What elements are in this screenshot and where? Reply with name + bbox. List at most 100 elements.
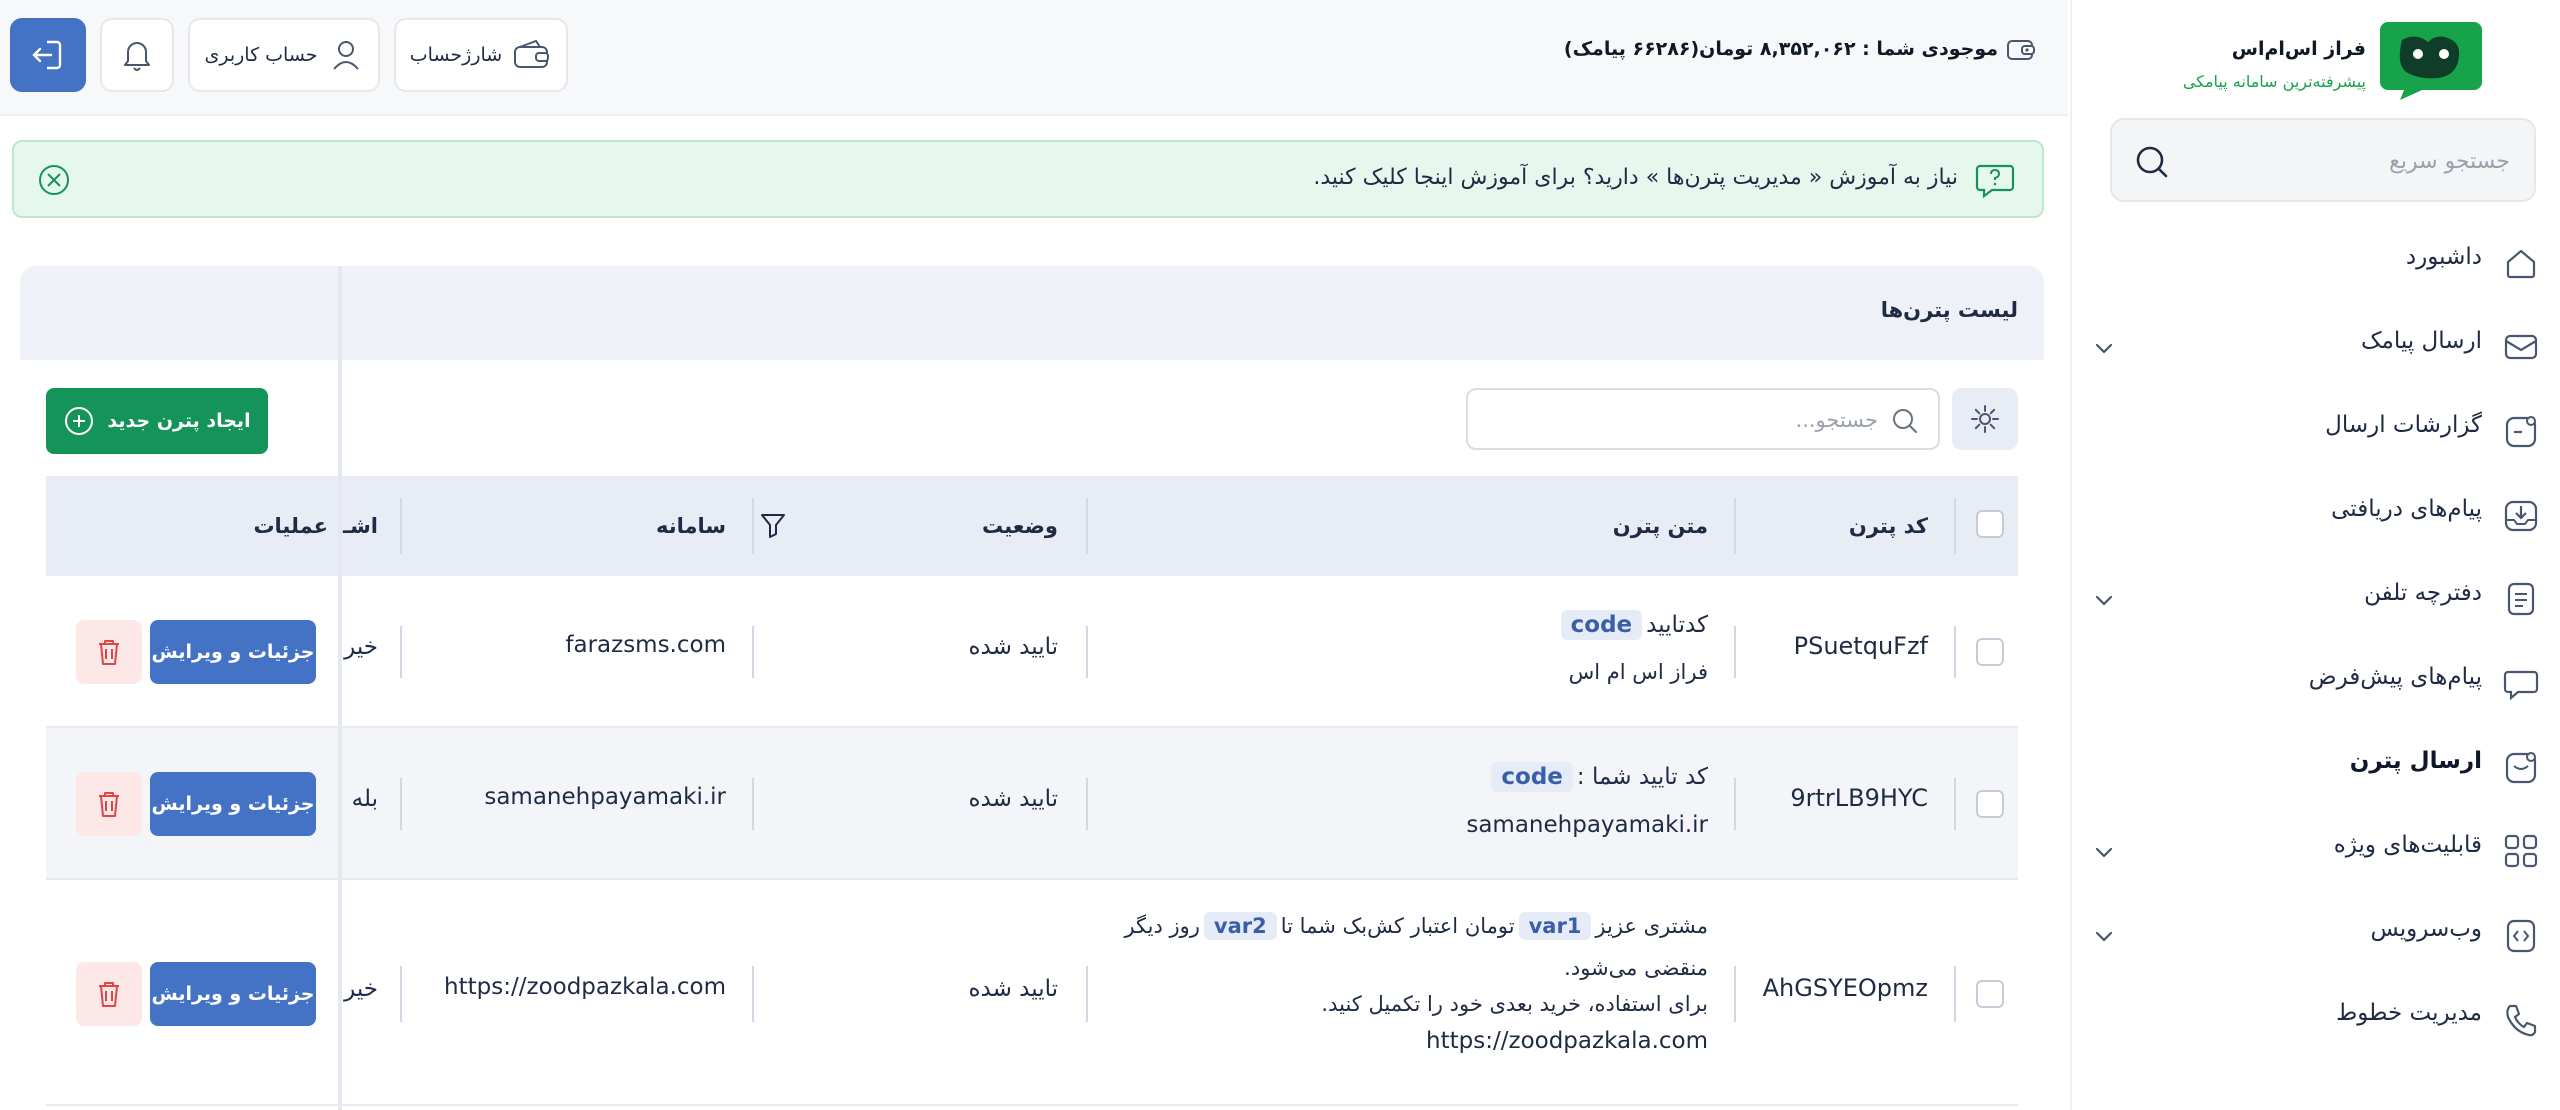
row-code: AhGSYEOpmz xyxy=(1762,974,1928,1002)
row-text-line1: کدتاییدcode xyxy=(1557,610,1708,640)
phonebook-icon xyxy=(2507,582,2535,616)
sidebar-item-label: قابلیت‌های ویژه xyxy=(2333,832,2482,858)
row-text-line1: مشتری عزیزvar1تومان اعتبار کش‌بک شما تاv… xyxy=(1124,912,1708,940)
home-icon xyxy=(2506,249,2536,279)
var-token: code xyxy=(1491,762,1573,792)
card-title: لیست پترن‌ها xyxy=(1880,298,2018,322)
sidebar-item-send-pattern[interactable]: ارسال پترن xyxy=(2092,726,2542,810)
row-status: تایید شده xyxy=(968,976,1058,1002)
table-search[interactable] xyxy=(1466,388,1940,450)
sidebar-item-features[interactable]: قابلیت‌های ویژه xyxy=(2092,810,2542,894)
row-text-line2: samanehpayamaki.ir xyxy=(1466,812,1708,838)
details-edit-button[interactable]: جزئیات و ویرایش xyxy=(150,620,316,684)
var-token: var2 xyxy=(1203,912,1277,940)
user-account-button[interactable]: حساب کاربری xyxy=(188,18,380,92)
row-share: خیر xyxy=(344,634,378,660)
header-ops: عملیات xyxy=(253,514,328,538)
sidebar-item-reports[interactable]: گزارشات ارسال xyxy=(2092,390,2542,474)
details-edit-button[interactable]: جزئیات و ویرایش xyxy=(150,772,316,836)
phone-icon xyxy=(2506,1004,2537,1037)
delete-button[interactable] xyxy=(76,962,142,1026)
sidebar-item-label: پیام‌های پیش‌فرض xyxy=(2308,664,2482,690)
delete-button[interactable] xyxy=(76,620,142,684)
header-system[interactable]: سامانه xyxy=(656,476,726,576)
pattern-send-icon xyxy=(2505,752,2537,784)
wallet-icon xyxy=(2007,40,2035,60)
search-icon[interactable] xyxy=(2132,142,2172,182)
sidebar-item-send-sms[interactable]: ارسال پیامک xyxy=(2092,306,2542,390)
wallet-card-icon xyxy=(514,39,550,68)
row-text-prefix: مشتری عزیز xyxy=(1595,914,1708,938)
chevron-down-icon[interactable] xyxy=(2092,924,2116,948)
sidebar-item-default-messages[interactable]: پیام‌های پیش‌فرض xyxy=(2092,642,2542,726)
chevron-down-icon[interactable] xyxy=(2092,588,2116,612)
row-share: بله xyxy=(351,786,378,812)
sidebar-item-webservice[interactable]: وب‌سرویس xyxy=(2092,894,2542,978)
brand-name: فراز اس‌ام‌اس xyxy=(2231,38,2366,60)
table-settings-button[interactable] xyxy=(1952,388,2018,450)
search-icon xyxy=(1893,409,1917,433)
row-checkbox[interactable] xyxy=(1976,638,2004,666)
patterns-card: لیست پترن‌ها ایجاد پترن جدید کد پترن متن… xyxy=(20,266,2044,1110)
close-icon[interactable] xyxy=(36,162,72,198)
inbox-icon xyxy=(2504,500,2538,532)
row-text-line2: منقضی می‌شود. xyxy=(1564,956,1708,980)
sidebar-item-dashboard[interactable]: داشبورد xyxy=(2092,222,2542,306)
row-checkbox[interactable] xyxy=(1976,980,2004,1008)
sidebar-item-label: مدیریت خطوط xyxy=(2335,1000,2482,1026)
message-send-icon xyxy=(2504,334,2538,360)
sidebar-item-inbox[interactable]: پیام‌های دریافتی xyxy=(2092,474,2542,558)
quick-search-input[interactable] xyxy=(2210,140,2510,182)
bell-icon xyxy=(124,42,150,71)
row-system: https://zoodpazkala.com xyxy=(444,974,726,1000)
logout-button[interactable] xyxy=(10,18,86,92)
code-icon xyxy=(2506,919,2536,953)
user-icon xyxy=(332,41,359,70)
row-text-prefix: کدتایید xyxy=(1646,612,1708,638)
notifications-button[interactable] xyxy=(100,18,174,92)
row-text-line4: https://zoodpazkala.com xyxy=(1426,1028,1708,1054)
select-all-checkbox[interactable] xyxy=(1976,510,2004,538)
help-text[interactable]: نیاز به آموزش « مدیریت پترن‌ها » دارید؟ … xyxy=(1313,165,1958,190)
header-code[interactable]: کد پترن xyxy=(1849,476,1928,576)
delete-button[interactable] xyxy=(76,772,142,836)
details-edit-button[interactable]: جزئیات و ویرایش xyxy=(150,962,316,1026)
table-search-input[interactable] xyxy=(1498,404,1878,436)
help-question-icon xyxy=(1975,164,2015,199)
balance-text: موجودی شما : ۸,۳۵۲,۰۶۲ تومان(۶۶۲۸۶ پیامک… xyxy=(1563,38,1998,60)
row-code: PSuetquFzf xyxy=(1793,632,1928,660)
chevron-down-icon[interactable] xyxy=(2092,840,2116,864)
row-status: تایید شده xyxy=(968,786,1058,812)
help-banner[interactable]: نیاز به آموزش « مدیریت پترن‌ها » دارید؟ … xyxy=(12,140,2044,218)
sidebar-nav: داشبورد ارسال پیامک گزارشات ارسال پیام‌ه… xyxy=(2092,222,2542,1062)
trash-icon xyxy=(99,792,119,817)
row-checkbox[interactable] xyxy=(1976,790,2004,818)
charge-account-button[interactable]: شارژحساب xyxy=(394,18,568,92)
sidebar-item-lines[interactable]: مدیریت خطوط xyxy=(2092,978,2542,1062)
filter-icon[interactable] xyxy=(758,510,788,540)
row-text-post: روز دیگر xyxy=(1124,914,1200,938)
card-header: لیست پترن‌ها xyxy=(20,266,2044,360)
header-share[interactable]: اشـ xyxy=(343,476,378,576)
chevron-down-icon[interactable] xyxy=(2092,336,2116,360)
var-token: code xyxy=(1560,610,1643,640)
row-text-line2: فراز اس ام اس xyxy=(1568,660,1708,684)
row-text-mid: تومان اعتبار کش‌بک شما تا xyxy=(1280,914,1515,938)
sidebar-item-phonebook[interactable]: دفترچه تلفن xyxy=(2092,558,2542,642)
sidebar-item-label: گزارشات ارسال xyxy=(2325,412,2482,438)
sidebar-item-label: ارسال پیامک xyxy=(2360,328,2482,354)
charge-account-label: شارژحساب xyxy=(409,44,503,66)
brand[interactable]: فراز اس‌ام‌اس پیشرفته‌ترین سامانه پیامکی xyxy=(2106,14,2486,104)
grid-icon xyxy=(2504,834,2538,868)
header-status[interactable]: وضعیت xyxy=(982,476,1058,576)
header-text[interactable]: متن پترن xyxy=(1613,476,1708,576)
brand-logo-icon xyxy=(2380,22,2482,100)
gear-icon xyxy=(1971,405,1999,433)
sidebar: فراز اس‌ام‌اس پیشرفته‌ترین سامانه پیامکی… xyxy=(2070,0,2560,1110)
create-pattern-button[interactable]: ایجاد پترن جدید xyxy=(46,388,268,454)
quick-search[interactable] xyxy=(2110,118,2536,202)
row-text-line1: کد تایید شما :code xyxy=(1487,762,1708,792)
brand-tagline: پیشرفته‌ترین سامانه پیامکی xyxy=(2182,72,2366,91)
var-token: var1 xyxy=(1518,912,1592,940)
logout-icon xyxy=(32,40,62,70)
